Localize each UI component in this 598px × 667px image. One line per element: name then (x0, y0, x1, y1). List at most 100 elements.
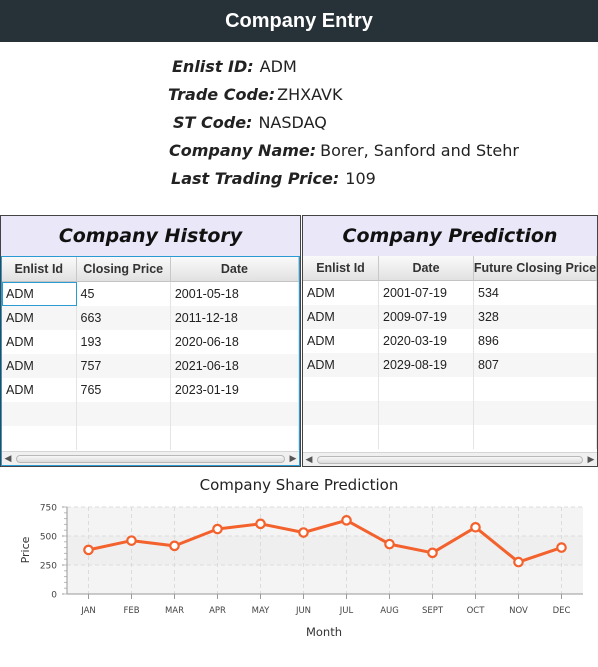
scroll-left-icon[interactable]: ◀ (303, 455, 315, 465)
history-cell[interactable]: 663 (77, 306, 171, 330)
x-tick-label: JAN (80, 606, 96, 616)
chart-plot-area: 0 250 500 750 JAN FEB MAR APR MAY JUN JUL AUG SEPT OC… (40, 504, 583, 616)
prediction-col-enlist-id[interactable]: Enlist Id (303, 256, 379, 280)
empty-row (2, 402, 299, 426)
prediction-cell[interactable]: 896 (474, 329, 597, 353)
history-cell[interactable]: 757 (77, 354, 171, 378)
empty-row (2, 426, 299, 450)
window-title: Company Entry (225, 9, 373, 32)
table-row[interactable]: ADM 757 2021-06-18 (2, 354, 299, 378)
history-cell[interactable]: ADM (2, 330, 77, 354)
company-name-label: Company Name: (169, 141, 317, 160)
x-tick-label: MAR (165, 606, 184, 616)
data-point (126, 535, 137, 546)
table-row[interactable]: ADM 193 2020-06-18 (2, 330, 299, 354)
prediction-cell[interactable]: 2001-07-19 (379, 281, 474, 305)
history-cell[interactable]: ADM (2, 378, 77, 402)
scrollbar-thumb[interactable] (16, 454, 285, 463)
y-tick-label: 500 (40, 533, 57, 543)
data-point (298, 527, 309, 538)
prediction-col-future-price[interactable]: Future Closing Price (474, 256, 597, 280)
company-history-table[interactable]: Enlist Id Closing Price Date ADM 45 2001… (1, 256, 300, 466)
x-tick-label: SEPT (422, 606, 444, 616)
x-tick-label: APR (209, 606, 226, 616)
company-prediction-table[interactable]: Enlist Id Date Future Closing Price ADM … (303, 256, 597, 466)
history-cell[interactable]: 2001-05-18 (171, 282, 299, 306)
data-point (384, 538, 395, 550)
prediction-cell[interactable]: ADM (303, 329, 379, 353)
trade-code-row: Trade Code: ZHXAVK (168, 85, 342, 104)
data-point (427, 547, 438, 559)
history-cell[interactable]: 765 (77, 378, 171, 402)
table-row[interactable]: ADM 765 2023-01-19 (2, 378, 299, 402)
data-point (255, 518, 266, 530)
y-tick-label: 0 (51, 591, 57, 601)
scroll-left-icon[interactable]: ◀ (2, 454, 14, 464)
data-point (556, 542, 567, 553)
company-name-value: Borer, Sanford and Stehr (320, 141, 519, 160)
x-tick-label: AUG (380, 606, 399, 616)
trade-code-value: ZHXAVK (277, 85, 343, 104)
prediction-cell[interactable]: 2020-03-19 (379, 329, 474, 353)
x-tick-label: JUN (295, 606, 311, 616)
x-tick-label: OCT (467, 606, 486, 616)
table-row[interactable]: ADM 2001-07-19 534 (303, 281, 597, 305)
history-col-enlist-id[interactable]: Enlist Id (2, 257, 77, 281)
table-row[interactable]: ADM 2009-07-19 328 (303, 305, 597, 329)
prediction-cell[interactable]: 534 (474, 281, 597, 305)
company-history-title: Company History (1, 216, 300, 256)
history-cell[interactable]: 193 (77, 330, 171, 354)
company-prediction-title: Company Prediction (303, 216, 597, 256)
share-prediction-chart: Company Share Prediction Month Price 0 25… (0, 470, 598, 663)
window-title-bar: Company Entry (0, 0, 598, 42)
prediction-cell[interactable]: ADM (303, 305, 379, 329)
scroll-right-icon[interactable]: ▶ (585, 455, 597, 465)
st-code-row: ST Code: NASDAQ (173, 113, 327, 132)
prediction-cell[interactable]: 2009-07-19 (379, 305, 474, 329)
history-cell[interactable]: ADM (2, 282, 77, 306)
data-point (513, 556, 524, 568)
empty-row (303, 425, 597, 449)
prediction-cell[interactable]: 2029-08-19 (379, 353, 474, 377)
data-point (470, 521, 481, 533)
prediction-horizontal-scrollbar[interactable]: ◀ ▶ (303, 452, 597, 466)
history-col-date[interactable]: Date (171, 257, 299, 281)
y-tick-label: 250 (40, 562, 57, 572)
prediction-cell[interactable]: 328 (474, 305, 597, 329)
table-row[interactable]: ADM 45 2001-05-18 (2, 282, 299, 306)
st-code-value: NASDAQ (258, 113, 327, 132)
prediction-table-header: Enlist Id Date Future Closing Price (303, 256, 597, 281)
scrollbar-thumb[interactable] (317, 455, 583, 464)
history-cell[interactable]: 2023-01-19 (171, 378, 299, 402)
x-tick-label: DEC (553, 606, 571, 616)
last-price-label: Last Trading Price: (171, 169, 340, 188)
table-row[interactable]: ADM 663 2011-12-18 (2, 306, 299, 330)
history-cell[interactable]: 2020-06-18 (171, 330, 299, 354)
x-tick-label: NOV (509, 606, 528, 616)
company-prediction-panel: Company Prediction Enlist Id Date Future… (302, 215, 598, 467)
empty-row (303, 377, 597, 401)
prediction-col-date[interactable]: Date (379, 256, 474, 280)
enlist-id-value: ADM (259, 57, 297, 76)
history-cell[interactable]: ADM (2, 354, 77, 378)
scroll-right-icon[interactable]: ▶ (287, 454, 299, 464)
history-cell[interactable]: 2021-06-18 (171, 354, 299, 378)
chart-title: Company Share Prediction (200, 476, 399, 494)
history-cell[interactable]: 2011-12-18 (171, 306, 299, 330)
history-cell[interactable]: 45 (77, 282, 171, 306)
st-code-label: ST Code: (173, 113, 253, 132)
table-row[interactable]: ADM 2029-08-19 807 (303, 353, 597, 377)
empty-row (303, 401, 597, 425)
prediction-cell[interactable]: 807 (474, 353, 597, 377)
table-row[interactable]: ADM 2020-03-19 896 (303, 329, 597, 353)
history-cell[interactable]: ADM (2, 306, 77, 330)
prediction-cell[interactable]: ADM (303, 353, 379, 377)
history-col-closing-price[interactable]: Closing Price (77, 257, 171, 281)
prediction-cell[interactable]: ADM (303, 281, 379, 305)
chart-svg: Company Share Prediction Month Price 0 25… (19, 476, 583, 639)
history-horizontal-scrollbar[interactable]: ◀ ▶ (2, 451, 299, 465)
enlist-id-row: Enlist ID: ADM (172, 57, 297, 76)
trade-code-label: Trade Code: (168, 85, 276, 104)
data-point (341, 515, 352, 526)
y-tick-label: 750 (40, 504, 57, 514)
